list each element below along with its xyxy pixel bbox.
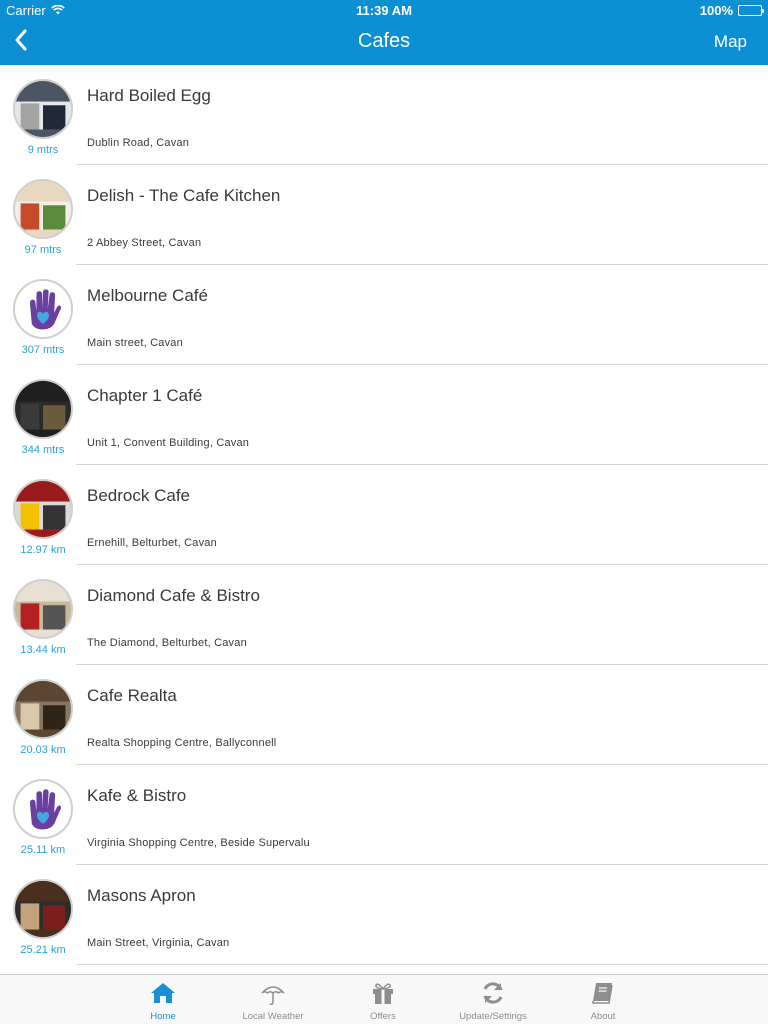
tab-label: Home (150, 1011, 176, 1022)
home-icon (108, 979, 218, 1007)
cafe-thumbnail (13, 479, 73, 539)
cafe-name: Hard Boiled Egg (87, 86, 211, 105)
cafe-row[interactable]: 20.03 km Cafe Realta Realta Shopping Centr… (0, 665, 768, 765)
tab-local-weather[interactable]: Local Weather (218, 975, 328, 1024)
cafe-distance: 97 mtrs (24, 244, 62, 256)
battery-percent: 100% (699, 3, 733, 18)
cafe-distance: 25.21 km (20, 944, 66, 956)
cafe-address: Dublin Road, Cavan (87, 137, 190, 149)
cafe-name: Masons Apron (87, 886, 196, 905)
tab-bar: Home Local Weather Offers Update/Settings Ab… (0, 974, 768, 1024)
cafe-list[interactable]: 9 mtrs Hard Boiled Egg Dublin Road, Cavan 9… (0, 65, 768, 975)
cafe-address: 2 Abbey Street, Cavan (87, 237, 202, 249)
cafe-row[interactable]: 13.44 km Diamond Cafe & Bistro The Diamond… (0, 565, 768, 665)
tab-home[interactable]: Home (108, 975, 218, 1024)
cafe-name: Cafe Realta (87, 686, 177, 705)
cafe-row[interactable]: 344 mtrs Chapter 1 Café Unit 1, Convent Bu… (0, 365, 768, 465)
cafe-thumbnail (13, 579, 73, 639)
cafe-name: Melbourne Café (87, 286, 208, 305)
book-icon (548, 979, 658, 1007)
tab-label: Offers (370, 1011, 396, 1022)
cafe-address: Unit 1, Convent Building, Cavan (87, 437, 250, 449)
cafe-row[interactable]: 25.11 km Kafe & Bistro Virginia Shopping C… (0, 765, 768, 865)
cafe-row[interactable]: 25.21 km Masons Apron Main Street, Virgini… (0, 865, 768, 965)
tab-offers[interactable]: Offers (328, 975, 438, 1024)
cafe-address: Main street, Cavan (87, 337, 183, 349)
cafe-distance: 344 mtrs (21, 444, 65, 456)
cafe-distance: 307 mtrs (21, 344, 65, 356)
cafe-address: Ernehill, Belturbet, Cavan (87, 537, 217, 549)
cafe-distance: 25.11 km (20, 844, 66, 856)
app-header: Carrier 11:39 AM 100% Cafes Map (0, 0, 768, 65)
refresh-icon (438, 979, 548, 1007)
cafe-thumbnail (13, 179, 73, 239)
tab-about[interactable]: About (548, 975, 658, 1024)
tab-label: Local Weather (242, 1011, 304, 1022)
cafe-address: The Diamond, Belturbet, Cavan (87, 637, 247, 649)
cafe-name: Diamond Cafe & Bistro (87, 586, 260, 605)
tab-label: About (590, 1011, 616, 1022)
cafe-address: Main Street, Virginia, Cavan (87, 937, 230, 949)
cafe-thumbnail (13, 679, 73, 739)
cafe-thumbnail (13, 879, 73, 939)
status-bar: Carrier 11:39 AM 100% (0, 0, 768, 20)
tab-label: Update/Settings (459, 1011, 527, 1022)
cafe-distance: 9 mtrs (27, 144, 59, 156)
cafe-name: Delish - The Cafe Kitchen (87, 186, 281, 205)
cafe-thumbnail (13, 379, 73, 439)
cafe-thumbnail (13, 79, 73, 139)
cafe-name: Kafe & Bistro (87, 786, 187, 805)
cafe-thumbnail (13, 779, 73, 839)
tab-update-settings[interactable]: Update/Settings (438, 975, 548, 1024)
cafe-thumbnail (13, 279, 73, 339)
cafe-distance: 20.03 km (20, 744, 66, 756)
cafe-address: Virginia Shopping Centre, Beside Superva… (87, 837, 310, 849)
cafe-row[interactable]: 307 mtrs Melbourne Café Main street, Cavan (0, 265, 768, 365)
cafe-distance: 12.97 km (20, 544, 66, 556)
nav-bar: Cafes Map (0, 20, 768, 65)
cafe-row[interactable]: 97 mtrs Delish - The Cafe Kitchen 2 Abbey … (0, 165, 768, 265)
cafe-row[interactable]: 12.97 km Bedrock Cafe Ernehill, Belturbet,… (0, 465, 768, 565)
battery-status: 100% (699, 3, 764, 18)
battery-icon (738, 5, 764, 16)
cafe-distance: 13.44 km (20, 644, 66, 656)
map-button[interactable]: Map (714, 32, 747, 52)
cafe-address: Realta Shopping Centre, Ballyconnell (87, 737, 277, 749)
cafe-name: Chapter 1 Café (87, 386, 203, 405)
page-title: Cafes (357, 30, 411, 52)
gift-icon (328, 979, 438, 1007)
status-time: 11:39 AM (356, 3, 412, 18)
cafe-name: Bedrock Cafe (87, 486, 190, 505)
umbrella-icon (218, 979, 328, 1007)
cafe-row[interactable]: 9 mtrs Hard Boiled Egg Dublin Road, Cavan (0, 65, 768, 165)
